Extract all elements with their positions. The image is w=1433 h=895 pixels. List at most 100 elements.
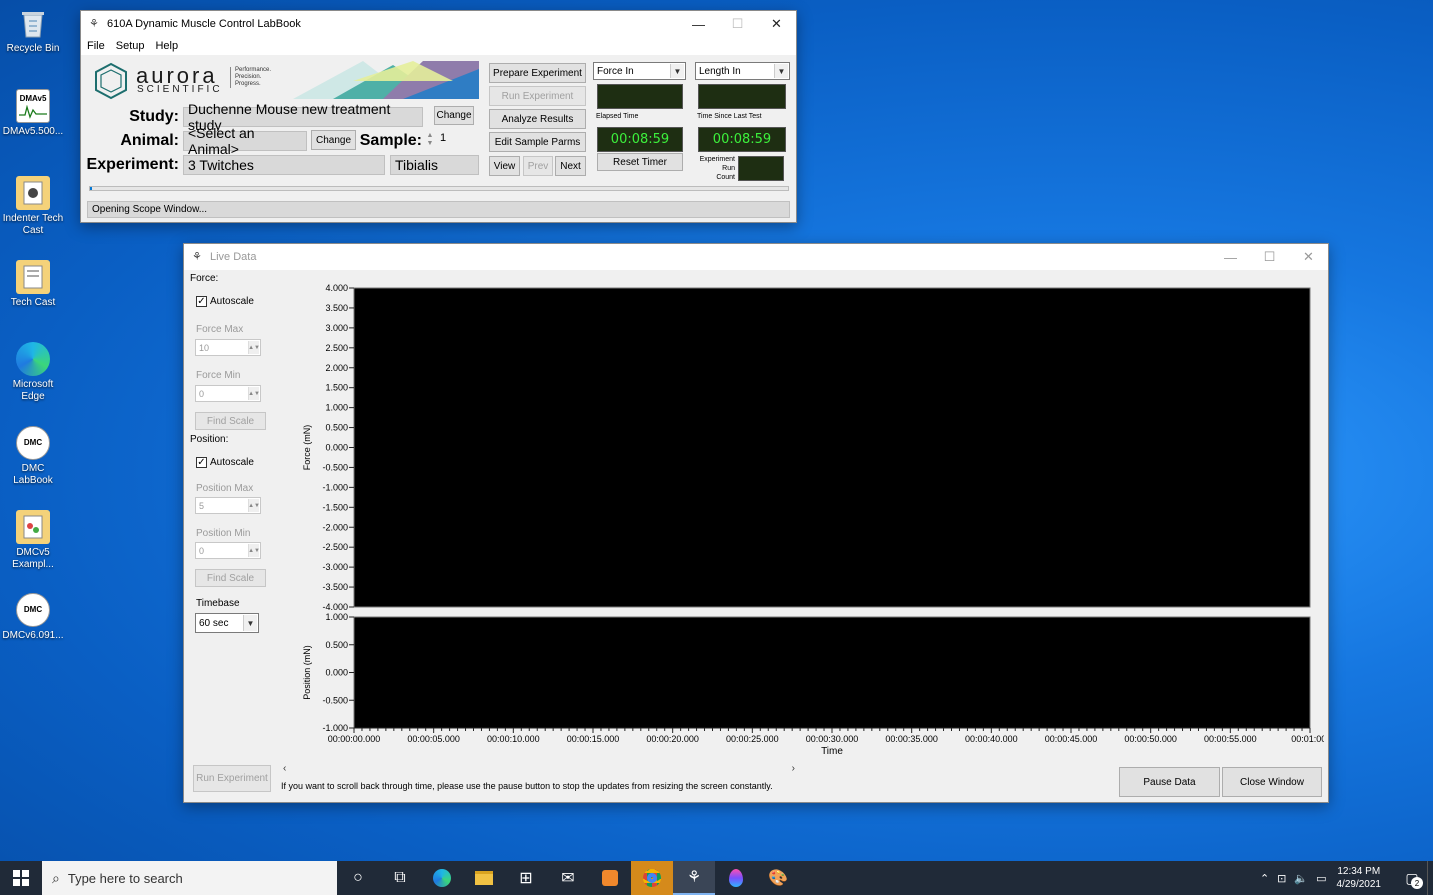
force-autoscale-checkbox[interactable]: ✓ Autoscale — [196, 296, 254, 307]
force-ytick-label: -3.000 — [322, 562, 348, 572]
store-icon[interactable]: ⊞ — [505, 861, 547, 895]
start-button[interactable] — [0, 861, 42, 895]
desktop-icon-label: Tech Cast — [10, 297, 56, 308]
desktop-icon-indenter[interactable]: Indenter Tech Cast — [2, 176, 64, 237]
show-desktop-button[interactable] — [1427, 861, 1433, 895]
force-ytick-label: -2.500 — [322, 542, 348, 552]
paint-drop-icon[interactable] — [715, 861, 757, 895]
force-max-value: 10 — [199, 342, 210, 353]
dma-icon: DMAv5 — [16, 89, 50, 123]
media-player-icon[interactable] — [589, 861, 631, 895]
analyze-results-button[interactable]: Analyze Results — [489, 109, 586, 129]
scroll-left-icon[interactable]: ‹ — [283, 763, 286, 774]
force-ytick-label: 2.500 — [325, 343, 348, 353]
elapsed-time-label: Elapsed Time — [596, 113, 639, 120]
chevron-down-icon: ▼ — [774, 64, 788, 78]
timebase-value: 60 sec — [199, 617, 229, 629]
pause-data-button[interactable]: Pause Data — [1119, 767, 1220, 797]
close-window-button[interactable]: Close Window — [1222, 767, 1322, 797]
desktop-icon-dmcv5[interactable]: DMCv5 Exampl... — [2, 510, 64, 571]
experiment-label: Experiment: — [86, 156, 179, 173]
position-ytick-label: 0.000 — [325, 668, 348, 678]
position-min-label: Position Min — [196, 528, 251, 539]
edit-sample-parms-button[interactable]: Edit Sample Parms — [489, 132, 586, 152]
display-icon[interactable]: ▭ — [1316, 872, 1326, 885]
prepare-experiment-button[interactable]: Prepare Experiment — [489, 63, 586, 83]
desktop-icon-label: DMCv6.091... — [2, 630, 64, 641]
force-ytick-label: -3.500 — [322, 582, 348, 592]
menu-setup[interactable]: Setup — [116, 40, 145, 52]
app-icon: ⚘ — [89, 18, 99, 30]
dmc-labbook-taskbar-icon[interactable]: ⚘ — [673, 861, 715, 895]
menu-help[interactable]: Help — [155, 40, 178, 52]
edge-icon — [16, 342, 50, 376]
desktop-icon-dmcv6[interactable]: DMC DMCv6.091... — [2, 593, 64, 642]
mail-icon[interactable]: ✉ — [547, 861, 589, 895]
sample-label: Sample: — [359, 132, 422, 149]
x-axis-label: Time — [821, 746, 843, 757]
edge-taskbar-icon[interactable] — [421, 861, 463, 895]
length-readout — [698, 84, 786, 109]
taskbar-search[interactable]: ⌕ Type here to search — [42, 861, 337, 895]
position-max-input: 5 ▲▼ — [195, 497, 261, 514]
minimize-button[interactable]: — — [1211, 244, 1250, 270]
force-heading: Force: — [190, 273, 219, 284]
network-icon[interactable]: ⊡ — [1277, 872, 1286, 885]
reset-timer-button[interactable]: Reset Timer — [597, 153, 683, 171]
x-tick-label: 00:00:05.000 — [407, 734, 460, 744]
palette-icon[interactable]: 🎨 — [757, 861, 799, 895]
horizontal-scrollbar[interactable]: ‹ › — [283, 761, 795, 775]
force-ytick-label: -1.500 — [322, 502, 348, 512]
search-icon: ⌕ — [52, 869, 60, 886]
search-placeholder: Type here to search — [67, 870, 183, 886]
force-min-input: 0 ▲▼ — [195, 385, 261, 402]
desktop-icon-dmc-labbook[interactable]: DMC DMC LabBook — [2, 426, 64, 487]
position-autoscale-checkbox[interactable]: ✓ Autoscale — [196, 457, 254, 468]
task-view-icon[interactable]: ⧉ — [379, 861, 421, 895]
run-count-label-1: Experiment — [699, 156, 735, 163]
brand-tag-3: Progress. — [235, 81, 261, 87]
next-button[interactable]: Next — [555, 156, 586, 176]
file-explorer-icon[interactable] — [463, 861, 505, 895]
close-button[interactable]: ✕ — [757, 11, 796, 37]
x-tick-label: 00:00:10.000 — [487, 734, 540, 744]
maximize-button[interactable]: ☐ — [1250, 244, 1289, 270]
minimize-button[interactable]: — — [679, 11, 718, 37]
desktop-icon-recycle-bin[interactable]: Recycle Bin — [2, 6, 64, 55]
force-in-select[interactable]: Force In ▼ — [593, 62, 686, 80]
desktop-icon-dma[interactable]: DMAv5 DMAv5.500... — [2, 89, 64, 138]
change-animal-button[interactable]: Change — [311, 130, 356, 150]
brand-sub: SCIENTIFIC — [137, 84, 223, 95]
menu-file[interactable]: File — [87, 40, 105, 52]
window-title: 610A Dynamic Muscle Control LabBook — [107, 18, 301, 30]
scroll-right-icon[interactable]: › — [792, 763, 795, 774]
position-ytick-label: -1.000 — [322, 723, 348, 733]
force-ytick-label: 1.000 — [325, 403, 348, 413]
force-plot-area — [353, 287, 1311, 608]
animal-field: <Select an Animal> — [183, 125, 307, 157]
chart-area: 4.000 3.500 3.000 2.500 2.000 1.500 1.000 0.500… — [280, 280, 1329, 760]
sample-spinner-icon[interactable]: ▲ ▼ — [425, 129, 435, 151]
volume-icon[interactable]: 🔈 — [1294, 872, 1308, 885]
clock-date: 4/29/2021 — [1336, 879, 1382, 890]
notifications-icon[interactable]: ▢ 2 — [1397, 861, 1427, 895]
desktop-icon-tech-cast[interactable]: Tech Cast — [2, 260, 64, 309]
change-study-button[interactable]: Change — [434, 106, 474, 125]
timebase-select[interactable]: 60 sec ▼ — [195, 613, 259, 633]
dmc-labbook-icon: DMC — [16, 426, 50, 460]
force-readout — [597, 84, 683, 109]
close-button[interactable]: ✕ — [1289, 244, 1328, 270]
desktop-icon-edge[interactable]: Microsoft Edge — [2, 342, 64, 403]
clock[interactable]: 12:34 PM 4/29/2021 — [1337, 865, 1382, 891]
live-data-titlebar[interactable]: ⚘ Live Data — ☐ ✕ — [184, 244, 1328, 270]
cortana-icon[interactable]: ○ — [337, 861, 379, 895]
clock-time: 12:34 PM — [1337, 866, 1381, 877]
length-in-value: Length In — [699, 65, 741, 77]
labbook-titlebar[interactable]: ⚘ 610A Dynamic Muscle Control LabBook — … — [81, 11, 796, 37]
chrome-icon[interactable] — [631, 861, 673, 895]
view-button[interactable]: View — [489, 156, 520, 176]
position-ylabel: Position (mN) — [302, 645, 312, 700]
show-hidden-icons-icon[interactable]: ⌃ — [1260, 872, 1269, 885]
length-in-select[interactable]: Length In ▼ — [695, 62, 790, 80]
sample-field[interactable]: 1 — [437, 132, 479, 150]
